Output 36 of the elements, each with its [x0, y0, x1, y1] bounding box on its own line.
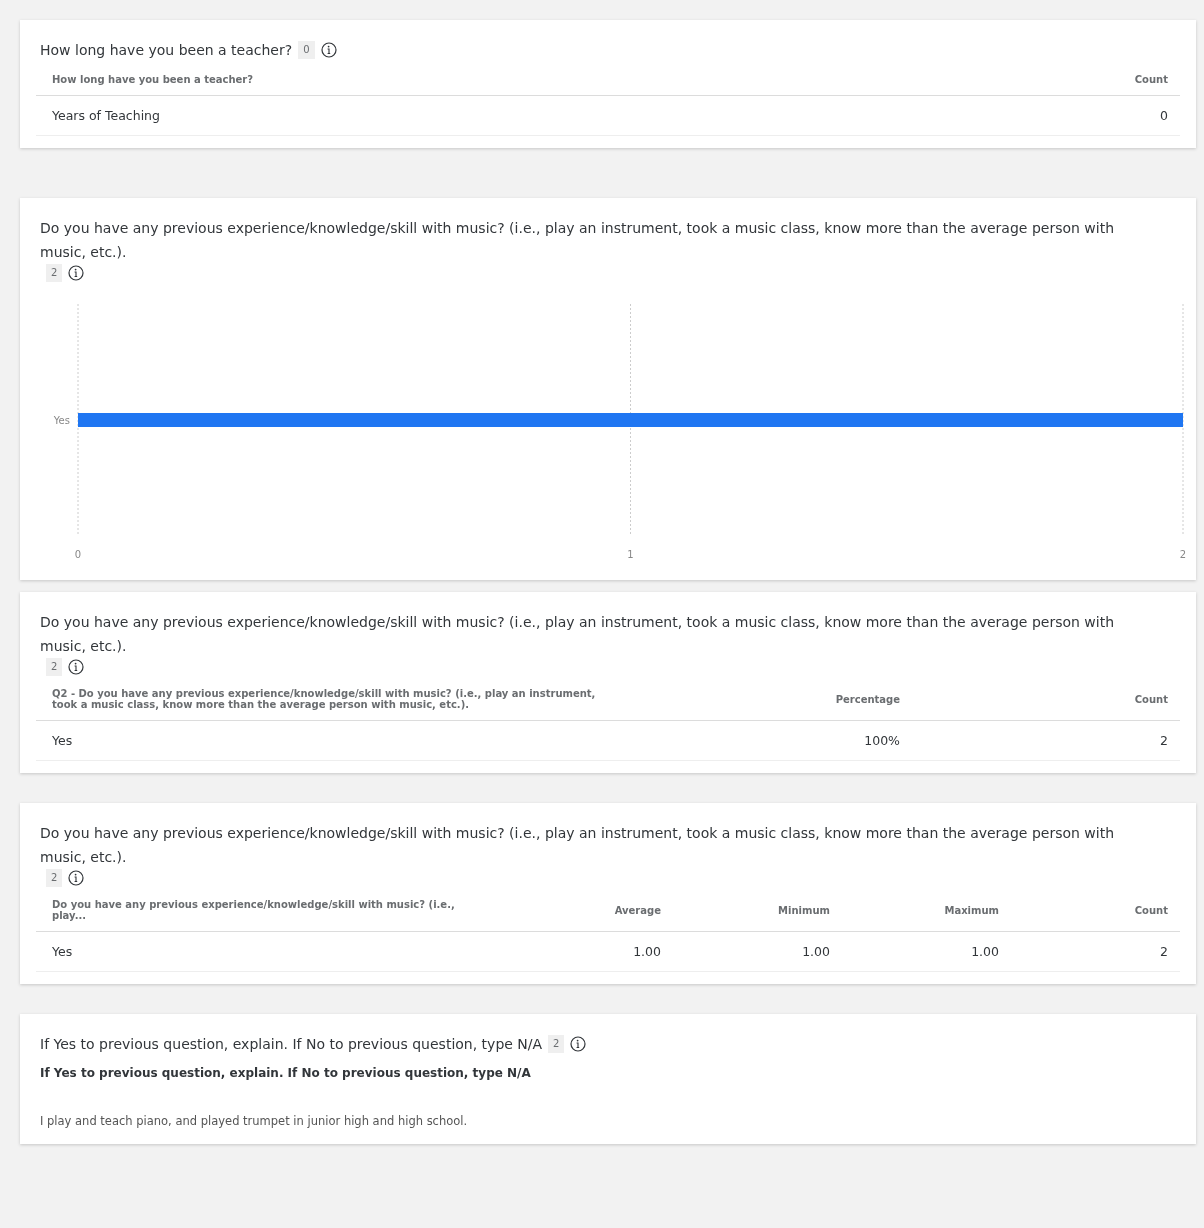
table-cell-text: 1.00	[801, 944, 830, 959]
column-header: Count	[1133, 904, 1168, 916]
question-title: How long have you been a teacher?	[40, 41, 293, 60]
response-text: I play and teach piano, and played trumpet in junior high and high school.	[40, 1113, 469, 1130]
column-header: Q2 - Do you have any previous experience/knowledge/skill with music? (i.e., play an instrument, took a music class, know more than the average person with music, etc.).	[52, 688, 597, 710]
column-header: Average	[613, 904, 661, 916]
response-count: 2	[548, 1035, 565, 1053]
table-cell-text: Years of Teaching	[52, 108, 161, 123]
table-cell-text: 1.00	[632, 944, 661, 959]
response-count: 2	[46, 658, 63, 676]
axis-tick-label: 2	[1179, 549, 1187, 560]
question-title: Do you have any previous experience/knowledge/skill with music? (i.e., play an instrument, took a music class, know more than the average person with music, etc.).	[40, 824, 1116, 867]
response-count: 2	[46, 264, 63, 282]
column-header: Count	[1133, 693, 1168, 705]
question-title: Do you have any previous experience/knowledge/skill with music? (i.e., play an instrument, took a music class, know more than the average person with music, etc.).	[40, 613, 1116, 656]
table-cell-text: 0	[1159, 108, 1168, 123]
column-header: Percentage	[834, 693, 900, 705]
column-header: How long have you been a teacher?	[52, 74, 255, 85]
column-header: Count	[1133, 74, 1168, 85]
column-header: Minimum	[777, 904, 830, 916]
question-heading: If Yes to previous question, explain. If No to previous question, type N/A	[40, 1066, 532, 1080]
question-title: Do you have any previous experience/knowledge/skill with music? (i.e., play an instrument, took a music class, know more than the average person with music, etc.).	[40, 219, 1116, 262]
table-cell-text: Yes	[52, 944, 74, 959]
table-cell-text: 2	[1159, 944, 1168, 959]
column-header: Do you have any previous experience/knowledge/skill with music? (i.e., play...	[52, 899, 456, 921]
category-label: Yes	[53, 415, 70, 426]
axis-tick-label: 0	[74, 549, 82, 560]
question-title: If Yes to previous question, explain. If No to previous question, type N/A	[40, 1035, 543, 1054]
table-cell-text: 1.00	[970, 944, 999, 959]
axis-tick-label: 1	[627, 549, 634, 560]
response-count: 2	[46, 869, 63, 887]
table-cell-text: 2	[1159, 733, 1168, 748]
table-cell-text: Yes	[52, 733, 74, 748]
column-header: Maximum	[943, 904, 999, 916]
table-cell-text: 100%	[863, 733, 900, 748]
response-count: 0	[298, 41, 315, 59]
